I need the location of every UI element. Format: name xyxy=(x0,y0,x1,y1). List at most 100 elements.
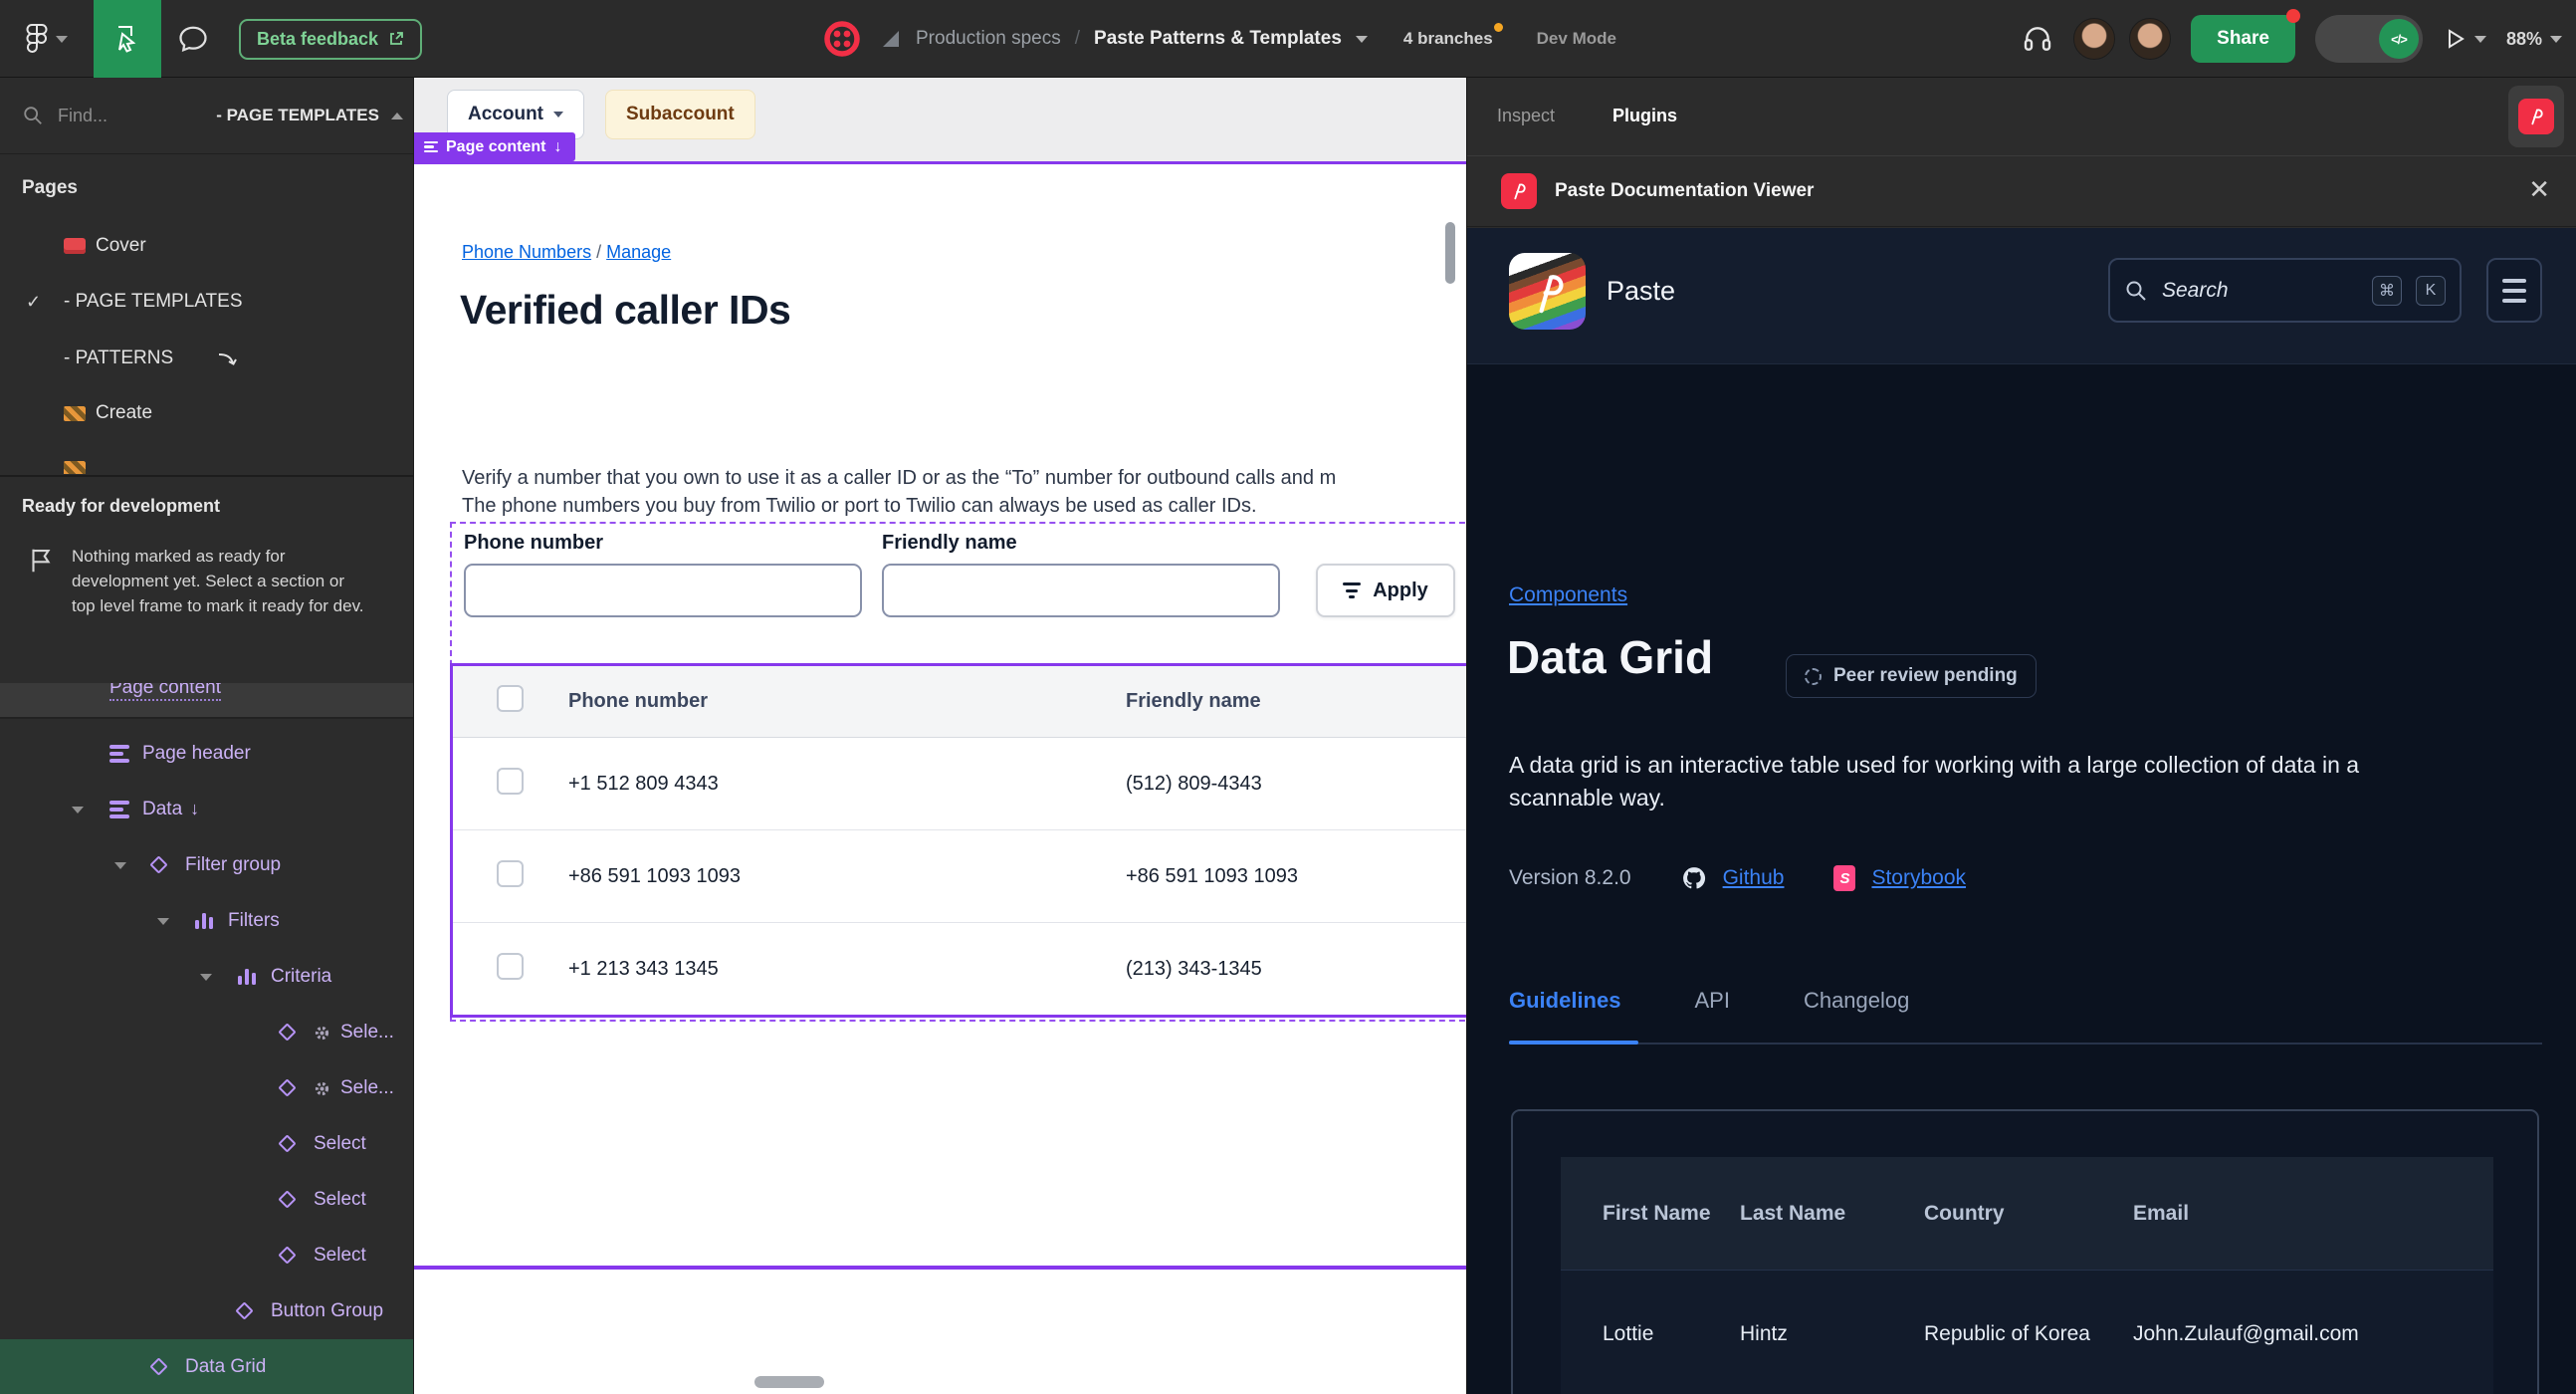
component-bars-icon xyxy=(238,969,258,985)
layer-row-sele-[interactable]: Sele... xyxy=(0,1005,413,1060)
friendly-name-input[interactable] xyxy=(882,564,1280,617)
components-breadcrumb-link[interactable]: Components xyxy=(1509,583,1627,607)
component-title: Data Grid xyxy=(1507,631,1714,683)
expand-chevron-icon[interactable] xyxy=(200,974,212,981)
layer-row-criteria[interactable]: Criteria xyxy=(0,949,413,1005)
layer-row-filters[interactable]: Filters xyxy=(0,893,413,949)
headphones-audio-button[interactable] xyxy=(2022,23,2053,55)
layer-row-filter-group[interactable]: Filter group xyxy=(0,837,413,893)
column-header-friendly-name[interactable]: Friendly name xyxy=(1126,690,1466,713)
find-bar[interactable]: Find... - PAGE TEMPLATES xyxy=(0,78,413,154)
layer-row-data[interactable]: Data ↓ xyxy=(0,782,413,837)
row-checkbox[interactable] xyxy=(497,859,524,887)
tab-changelog[interactable]: Changelog xyxy=(1804,988,1909,1014)
sidebar-item-create[interactable]: Create xyxy=(0,387,413,439)
page-title: Verified caller IDs xyxy=(460,287,791,333)
data-grid-example-container: First Name Last Name Country Email Lottie Hi… xyxy=(1511,1109,2539,1394)
table-row[interactable]: +86 591 1093 1093 +86 591 1093 1093 xyxy=(453,830,1466,923)
expand-chevron-icon[interactable] xyxy=(157,918,169,925)
tab-guidelines[interactable]: Guidelines xyxy=(1509,988,1620,1014)
breadcrumb-link-phone-numbers[interactable]: Phone Numbers xyxy=(462,242,591,262)
branches-button[interactable]: 4 branches xyxy=(1403,23,1503,49)
paste-search-box[interactable]: Search ⌘ K xyxy=(2108,258,2462,323)
layers-tree: Page header Data ↓ Filter group Filters Crite… xyxy=(0,719,413,1394)
beta-feedback-button[interactable]: Beta feedback xyxy=(239,18,423,60)
layer-row-data-grid[interactable]: Data Grid xyxy=(0,1339,413,1394)
zoom-chevron-icon xyxy=(2550,35,2562,43)
select-all-checkbox[interactable] xyxy=(497,685,524,712)
selection-bottom-border xyxy=(414,1266,1466,1270)
instance-diamond-icon xyxy=(278,1190,297,1209)
project-name[interactable]: Production specs xyxy=(916,28,1061,50)
frame-list-icon xyxy=(109,801,129,818)
layer-row-select[interactable]: Select xyxy=(0,1228,413,1283)
paste-plugin-shortcut-button[interactable] xyxy=(2508,86,2564,147)
plugin-window-titlebar[interactable]: Paste Documentation Viewer ✕ xyxy=(1467,155,2576,227)
collaborator-avatar[interactable] xyxy=(2129,18,2172,60)
table-row[interactable]: +1 512 809 4343 (512) 809-4343 xyxy=(453,738,1466,830)
expand-chevron-icon[interactable] xyxy=(114,862,126,869)
column-header-phone-number[interactable]: Phone number xyxy=(568,690,1126,713)
move-tool-button[interactable] xyxy=(94,0,161,78)
ready-for-dev-title: Ready for development xyxy=(22,496,221,516)
panel-tab-bar: Inspect Plugins xyxy=(1467,78,2576,155)
layer-row-page-header[interactable]: Page header xyxy=(0,726,413,782)
sidebar-item-cover[interactable]: Cover xyxy=(0,220,413,272)
zoom-menu[interactable]: 88% xyxy=(2506,29,2562,50)
dev-mode-toggle[interactable]: </> xyxy=(2314,15,2423,63)
tab-underline-track xyxy=(1509,1043,2542,1045)
verified-numbers-table: Phone number Friendly name +1 512 809 43… xyxy=(450,663,1466,1018)
cmd-key-badge: ⌘ xyxy=(2372,275,2402,306)
menu-chevron-icon xyxy=(56,35,68,43)
comment-tool-button[interactable] xyxy=(161,0,225,78)
file-menu-chevron-icon[interactable] xyxy=(1355,35,1368,43)
tab-inspect[interactable]: Inspect xyxy=(1497,106,1555,126)
grid-column-header: Country xyxy=(1924,1202,2005,1225)
search-icon xyxy=(2126,281,2146,301)
description-line: Verify a number that you own to use it a… xyxy=(462,467,1337,489)
expand-chevron-icon[interactable] xyxy=(72,807,84,813)
paste-menu-button[interactable] xyxy=(2486,258,2542,323)
sidebar-item-patterns[interactable]: - PATTERNS xyxy=(0,333,413,384)
canvas-horizontal-scrollbar[interactable] xyxy=(754,1376,824,1388)
design-canvas[interactable]: Account Subaccount Page content ↓ Phone … xyxy=(414,78,1466,1394)
pending-status-icon xyxy=(1805,667,1822,685)
section-list-icon xyxy=(424,140,438,153)
table-cell: (213) 343-1345 xyxy=(1126,958,1262,980)
grid-cell: Republic of Korea xyxy=(1924,1321,2090,1345)
collapse-pages-icon[interactable] xyxy=(391,112,403,119)
table-row[interactable]: +1 213 343 1345 (213) 343-1345 xyxy=(453,923,1466,1016)
row-checkbox[interactable] xyxy=(497,953,524,980)
page-item-label: Create xyxy=(96,402,153,423)
gear-icon xyxy=(314,1080,330,1097)
present-button[interactable] xyxy=(2443,27,2486,51)
subaccount-tab-pill[interactable]: Subaccount xyxy=(605,90,755,139)
share-button[interactable]: Share xyxy=(2191,9,2300,63)
apply-button[interactable]: Apply xyxy=(1316,564,1455,617)
canvas-vertical-scrollbar[interactable] xyxy=(1445,222,1455,284)
figma-main-menu[interactable] xyxy=(0,0,94,78)
table-cell: +86 591 1093 1093 xyxy=(568,864,741,887)
layer-row-page-content-partial[interactable]: Page content xyxy=(0,683,413,719)
layer-row-select[interactable]: Select xyxy=(0,1116,413,1172)
breadcrumb-link-manage[interactable]: Manage xyxy=(606,242,671,262)
current-page-name[interactable]: - PAGE TEMPLATES xyxy=(216,106,379,125)
sidebar-item-page-templates[interactable]: ✓ - PAGE TEMPLATES xyxy=(0,276,413,328)
file-name[interactable]: Paste Patterns & Templates xyxy=(1094,28,1342,50)
github-link[interactable]: Github xyxy=(1723,866,1785,890)
tab-plugins[interactable]: Plugins xyxy=(1612,106,1677,126)
layer-row-sele-[interactable]: Sele... xyxy=(0,1060,413,1116)
layer-row-button-group[interactable]: Button Group xyxy=(0,1283,413,1339)
layers-sidebar: Find... - PAGE TEMPLATES Pages Cover ✓ -… xyxy=(0,78,414,1394)
section-label-page-content[interactable]: Page content ↓ xyxy=(414,132,576,161)
layer-label: Page content xyxy=(109,683,221,701)
github-icon xyxy=(1682,867,1705,889)
close-plugin-icon[interactable]: ✕ xyxy=(2528,176,2550,202)
tab-api[interactable]: API xyxy=(1694,988,1729,1014)
collaborator-avatar[interactable] xyxy=(2073,18,2116,60)
phone-number-input[interactable] xyxy=(464,564,862,617)
layer-row-select[interactable]: Select xyxy=(0,1172,413,1228)
table-header-row: Phone number Friendly name xyxy=(453,666,1466,738)
storybook-link[interactable]: Storybook xyxy=(1871,866,1966,890)
row-checkbox[interactable] xyxy=(497,767,524,795)
